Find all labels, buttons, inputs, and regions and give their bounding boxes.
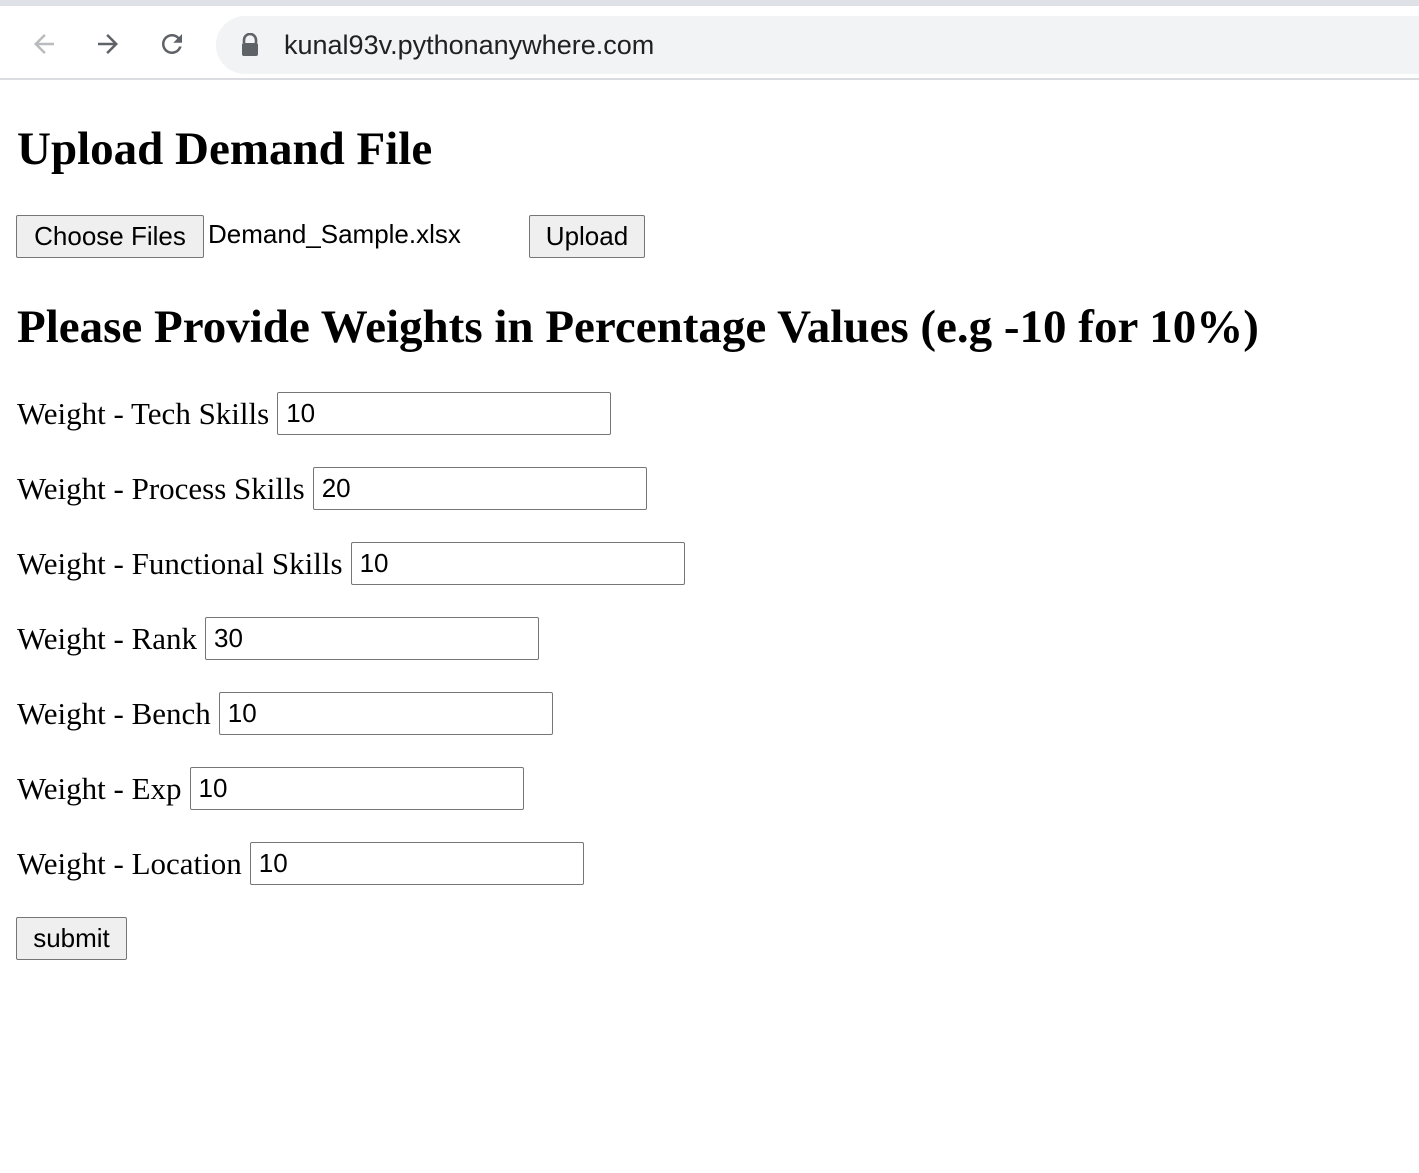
back-button[interactable] — [24, 24, 64, 64]
arrow-left-icon — [34, 34, 54, 54]
functional-skills-weight-input[interactable] — [350, 542, 685, 585]
arrow-right-icon — [98, 34, 118, 54]
rank-weight-input[interactable] — [205, 617, 540, 660]
weight-label: Weight - Functional Skills — [17, 545, 343, 581]
weight-label: Weight - Process Skills — [17, 470, 305, 506]
reload-button[interactable] — [152, 24, 192, 64]
weight-label: Weight - Exp — [17, 770, 182, 806]
url-text: kunal93v.pythonanywhere.com — [284, 30, 655, 60]
submit-button[interactable]: submit — [16, 917, 127, 960]
weight-row-exp: Weight - Exp — [17, 767, 524, 810]
weight-row-rank: Weight - Rank — [17, 617, 540, 660]
address-bar[interactable]: kunal93v.pythonanywhere.com — [216, 16, 1419, 74]
weight-label: Weight - Rank — [17, 620, 198, 656]
selected-file-name: Demand_Sample.xlsx — [208, 219, 461, 249]
process-skills-weight-input[interactable] — [312, 467, 647, 510]
tech-skills-weight-input[interactable] — [277, 392, 612, 435]
lock-icon — [242, 33, 258, 56]
weight-row-location: Weight - Location — [17, 842, 584, 885]
weight-row-bench: Weight - Bench — [17, 692, 553, 735]
weight-row-functional-skills: Weight - Functional Skills — [17, 542, 685, 585]
browser-toolbar: kunal93v.pythonanywhere.com — [0, 6, 1419, 80]
weight-label: Weight - Location — [17, 845, 242, 881]
weights-heading: Please Provide Weights in Percentage Val… — [17, 301, 1259, 353]
weight-row-tech-skills: Weight - Tech Skills — [17, 392, 612, 435]
weight-row-process-skills: Weight - Process Skills — [17, 467, 647, 510]
choose-files-button[interactable]: Choose Files — [16, 215, 204, 258]
bench-weight-input[interactable] — [218, 692, 553, 735]
upload-button[interactable]: Upload — [529, 215, 645, 258]
reload-icon — [162, 34, 182, 54]
exp-weight-input[interactable] — [189, 767, 524, 810]
upload-heading: Upload Demand File — [17, 123, 433, 175]
weight-label: Weight - Tech Skills — [17, 395, 270, 431]
weight-label: Weight - Bench — [17, 695, 211, 731]
forward-button[interactable] — [88, 24, 128, 64]
location-weight-input[interactable] — [249, 842, 584, 885]
